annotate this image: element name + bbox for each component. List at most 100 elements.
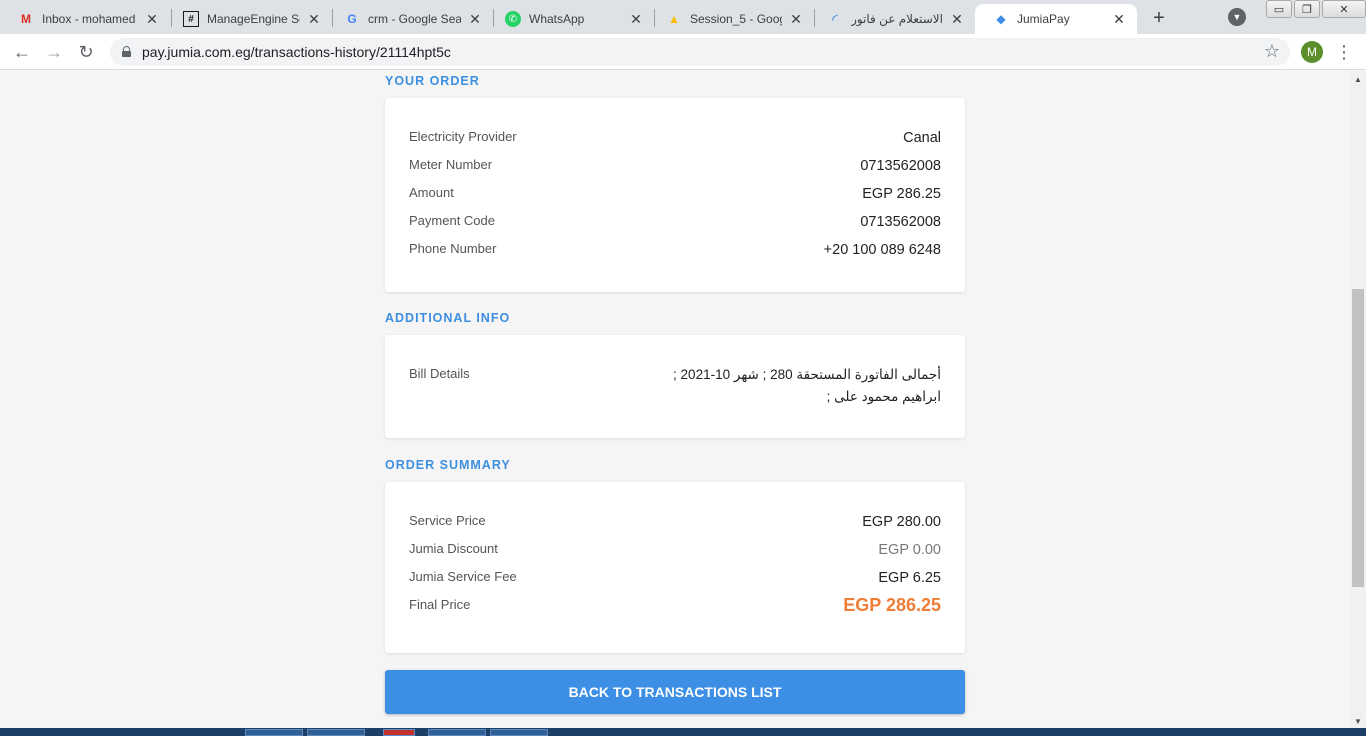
page-scrollbar[interactable]: ▲ ▼: [1350, 71, 1366, 728]
tab-whatsapp[interactable]: ✆ WhatsApp ✕: [487, 4, 654, 34]
section-title: YOUR ORDER: [385, 74, 480, 88]
tab-strip: M Inbox - mohamed ✕ # ManageEngine Se ✕ …: [0, 0, 1366, 34]
row-label: Phone Number: [409, 241, 497, 256]
jumiapay-icon: ◆: [996, 12, 1006, 26]
kebab-menu-icon[interactable]: ⋮: [1334, 40, 1354, 64]
plus-icon: +: [1153, 6, 1165, 29]
new-tab-button[interactable]: +: [1146, 6, 1172, 30]
os-taskbar: [0, 728, 1366, 736]
detail-row: Phone Number +20 100 089 6248: [409, 239, 941, 267]
forward-button[interactable]: →: [42, 40, 66, 64]
back-to-transactions-button[interactable]: BACK TO TRANSACTIONS LIST: [385, 670, 965, 714]
row-label: Bill Details: [409, 366, 470, 381]
scrollbar-thumb[interactable]: [1352, 289, 1364, 587]
bill-details-line: ابراهيم محمود على ;: [826, 389, 941, 404]
chevron-down-icon: ▼: [1232, 12, 1242, 22]
taskbar-item[interactable]: [383, 729, 415, 736]
row-label: Payment Code: [409, 213, 495, 228]
scroll-up-icon[interactable]: ▲: [1354, 75, 1362, 84]
order-summary-section: ORDER SUMMARY: [385, 458, 965, 472]
reload-icon: ↻: [78, 41, 94, 62]
back-button[interactable]: ←: [10, 40, 34, 64]
restore-icon: ❐: [1302, 3, 1312, 16]
taskbar-item[interactable]: [490, 729, 548, 736]
whatsapp-icon: ✆: [505, 11, 521, 27]
arrow-right-icon: →: [45, 41, 63, 62]
additional-info-section: ADDITIONAL INFO: [385, 311, 965, 325]
page-viewport: YOUR ORDER Electricity Provider Canal Me…: [0, 71, 1350, 728]
row-label: Service Price: [409, 513, 486, 528]
section-title: ORDER SUMMARY: [385, 458, 511, 472]
order-summary-card: Service Price EGP 280.00 Jumia Discount …: [385, 482, 965, 653]
bill-details-value: أجمالى الفاتورة المستحقة 280 ; شهر 10-20…: [641, 364, 941, 408]
tab-title: WhatsApp: [529, 12, 585, 26]
row-value: EGP 286.25: [862, 186, 941, 202]
close-icon[interactable]: ✕: [949, 11, 965, 27]
detail-row: Amount EGP 286.25: [409, 183, 941, 211]
close-icon: ✕: [1339, 3, 1349, 16]
row-label: Meter Number: [409, 157, 493, 172]
taskbar-item[interactable]: [307, 729, 365, 736]
summary-row: Final Price EGP 286.25: [409, 595, 941, 623]
section-title: ADDITIONAL INFO: [385, 311, 511, 325]
tab-title: Session_5 - Googl: [690, 12, 782, 26]
taskbar-item[interactable]: [245, 729, 303, 736]
google-icon: G: [347, 12, 357, 26]
window-controls: ▭ ❐ ✕: [1264, 0, 1366, 20]
minimize-button[interactable]: ▭: [1266, 0, 1292, 18]
row-value: EGP 6.25: [878, 570, 941, 586]
close-icon[interactable]: ✕: [628, 11, 644, 27]
reload-button[interactable]: ↻: [74, 40, 98, 64]
bookmark-star-icon[interactable]: ☆: [1264, 41, 1280, 62]
additional-info-card: Bill Details أجمالى الفاتورة المستحقة 28…: [385, 335, 965, 438]
address-bar[interactable]: pay.jumia.com.eg/transactions-history/21…: [110, 38, 1290, 66]
tab-google-drive[interactable]: ▲ Session_5 - Googl ✕: [648, 4, 814, 34]
close-icon[interactable]: ✕: [306, 11, 322, 27]
tab-google-search[interactable]: G crm - Google Sear ✕: [326, 4, 493, 34]
tab-title: crm - Google Sear: [368, 12, 461, 26]
row-label: Jumia Discount: [409, 541, 498, 556]
row-value: EGP 280.00: [862, 514, 941, 530]
row-label: Electricity Provider: [409, 129, 517, 144]
close-icon[interactable]: ✕: [1111, 11, 1127, 27]
close-icon[interactable]: ✕: [144, 11, 160, 27]
profile-avatar[interactable]: M: [1301, 41, 1323, 63]
lock-icon: [122, 46, 131, 57]
row-label: Amount: [409, 185, 454, 200]
arrow-left-icon: ←: [13, 41, 31, 62]
summary-row: Jumia Service Fee EGP 6.25: [409, 567, 941, 595]
scroll-down-icon[interactable]: ▼: [1354, 717, 1362, 726]
tab-title: الاستعلام عن فاتورة شار: [851, 12, 943, 26]
summary-row: Jumia Discount EGP 0.00: [409, 539, 941, 567]
row-value: EGP 0.00: [878, 542, 941, 558]
browser-toolbar: ← → ↻ pay.jumia.com.eg/transactions-hist…: [0, 34, 1366, 70]
google-drive-icon: ▲: [668, 12, 680, 26]
row-label: Jumia Service Fee: [409, 569, 517, 584]
minimize-icon: ▭: [1273, 3, 1285, 16]
tab-jumiapay[interactable]: ◆ JumiaPay ✕: [975, 4, 1137, 34]
bill-details-line: أجمالى الفاتورة المستحقة 280 ; شهر 10-20…: [673, 367, 941, 382]
close-icon[interactable]: ✕: [788, 11, 804, 27]
final-price-value: EGP 286.25: [843, 595, 941, 615]
tab-title: Inbox - mohamed: [42, 12, 136, 26]
tab-search-button[interactable]: ▼: [1228, 8, 1246, 26]
taskbar-item[interactable]: [428, 729, 486, 736]
tab-manageengine[interactable]: # ManageEngine Se ✕: [165, 4, 332, 34]
detail-row: Meter Number 0713562008: [409, 155, 941, 183]
url-text[interactable]: pay.jumia.com.eg/transactions-history/21…: [142, 44, 451, 60]
tab-gmail[interactable]: M Inbox - mohamed ✕: [0, 4, 170, 34]
row-value: +20 100 089 6248: [823, 242, 941, 258]
row-label: Final Price: [409, 597, 471, 612]
close-window-button[interactable]: ✕: [1322, 0, 1366, 18]
close-icon[interactable]: ✕: [467, 11, 483, 27]
your-order-section: YOUR ORDER: [385, 74, 965, 88]
restore-button[interactable]: ❐: [1294, 0, 1320, 18]
row-value: 0713562008: [860, 158, 941, 174]
gmail-icon: M: [21, 12, 31, 26]
summary-row: Service Price EGP 280.00: [409, 511, 941, 539]
tab-bill-inquiry[interactable]: ◜ الاستعلام عن فاتورة شار ✕: [809, 4, 975, 34]
tab-title: JumiaPay: [1017, 12, 1070, 26]
loading-spinner-icon: ◜: [832, 10, 838, 27]
detail-row: Bill Details أجمالى الفاتورة المستحقة 28…: [409, 364, 941, 408]
order-details-card: Electricity Provider Canal Meter Number …: [385, 98, 965, 292]
